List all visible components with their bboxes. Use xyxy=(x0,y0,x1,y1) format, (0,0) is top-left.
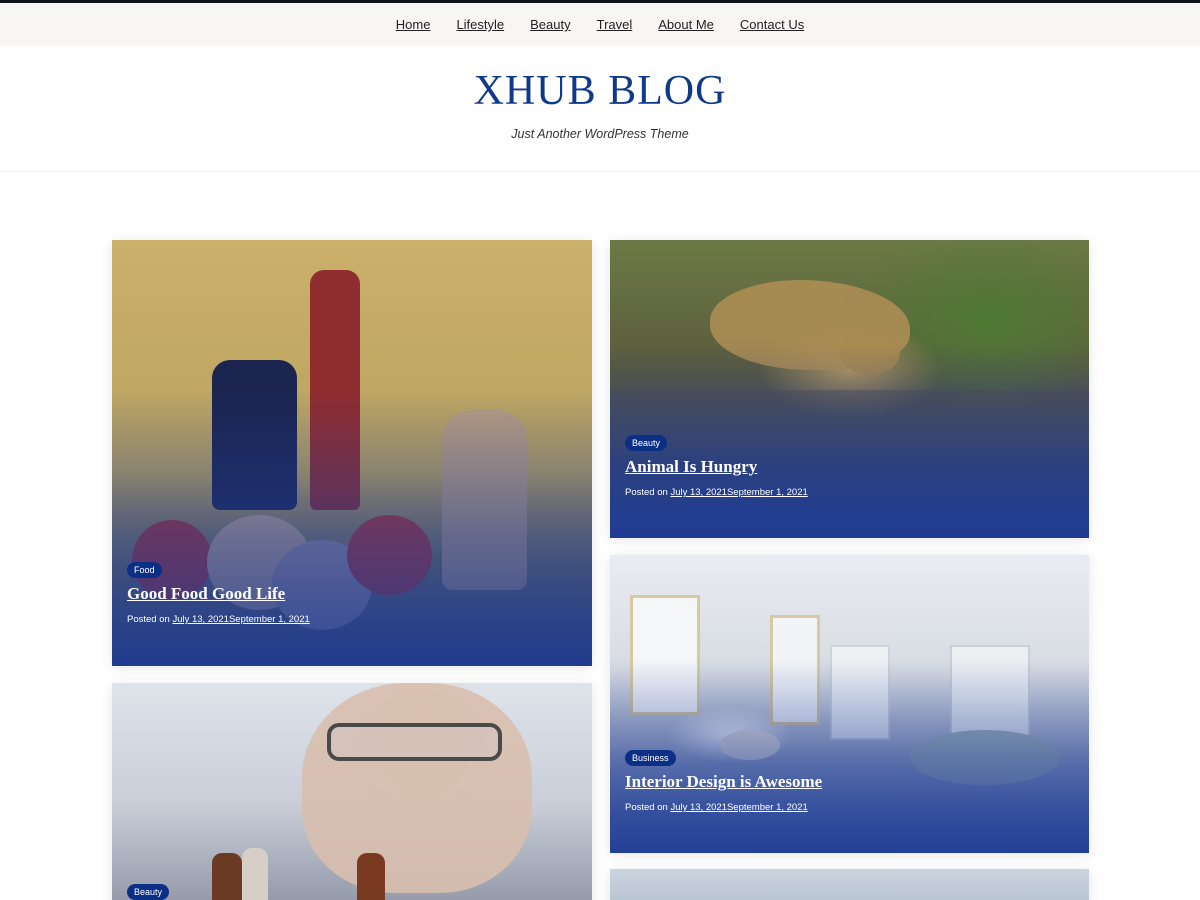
site-title[interactable]: XHUB BLOG xyxy=(0,68,1200,114)
post-date-link[interactable]: July 13, 2021September 1, 2021 xyxy=(670,487,807,498)
category-badge[interactable]: Food xyxy=(127,562,162,578)
nav-item-contact-us[interactable]: Contact Us xyxy=(740,17,804,32)
category-badge[interactable]: Beauty xyxy=(127,884,170,900)
post-card-chess[interactable]: Beauty xyxy=(112,683,592,900)
updated-date: September 1, 2021 xyxy=(228,614,310,625)
post-meta: Beauty Animal Is Hungry Posted on July 1… xyxy=(625,433,808,498)
nav-item-travel[interactable]: Travel xyxy=(597,17,633,32)
primary-navigation: Home Lifestyle Beauty Travel About Me Co… xyxy=(0,3,1200,46)
published-date: July 13, 2021 xyxy=(670,487,727,498)
post-card-animal-is-hungry[interactable]: Beauty Animal Is Hungry Posted on July 1… xyxy=(610,240,1089,538)
site-branding: XHUB BLOG Just Another WordPress Theme xyxy=(0,46,1200,172)
posted-on-label: Posted on xyxy=(625,487,668,498)
post-date-line: Posted on July 13, 2021September 1, 2021 xyxy=(625,487,808,498)
post-card-interior-design[interactable]: Business Interior Design is Awesome Post… xyxy=(610,555,1089,853)
updated-date: September 1, 2021 xyxy=(726,802,808,813)
post-title-link[interactable]: Animal Is Hungry xyxy=(625,457,808,477)
post-meta: Beauty xyxy=(127,882,170,900)
sky-image xyxy=(610,869,1089,900)
nav-item-lifestyle[interactable]: Lifestyle xyxy=(456,17,504,32)
chess-player-image xyxy=(112,683,592,900)
post-card-good-food[interactable]: Food Good Food Good Life Posted on July … xyxy=(112,240,592,666)
nav-item-about-me[interactable]: About Me xyxy=(658,17,714,32)
nav-item-beauty[interactable]: Beauty xyxy=(530,17,570,32)
post-date-line: Posted on July 13, 2021September 1, 2021 xyxy=(127,614,310,625)
category-badge[interactable]: Business xyxy=(625,750,676,766)
post-title-link[interactable]: Interior Design is Awesome xyxy=(625,772,822,792)
post-meta: Food Good Food Good Life Posted on July … xyxy=(127,560,310,625)
post-date-link[interactable]: July 13, 2021September 1, 2021 xyxy=(670,802,807,813)
published-date: July 13, 2021 xyxy=(172,614,229,625)
post-meta: Business Interior Design is Awesome Post… xyxy=(625,748,822,813)
published-date: July 13, 2021 xyxy=(670,802,727,813)
post-title-link[interactable]: Good Food Good Life xyxy=(127,584,310,604)
nav-item-home[interactable]: Home xyxy=(396,17,431,32)
posted-on-label: Posted on xyxy=(625,802,668,813)
post-card-sky[interactable] xyxy=(610,869,1089,900)
post-date-line: Posted on July 13, 2021September 1, 2021 xyxy=(625,802,822,813)
updated-date: September 1, 2021 xyxy=(726,487,808,498)
site-tagline: Just Another WordPress Theme xyxy=(511,127,689,141)
posted-on-label: Posted on xyxy=(127,614,170,625)
category-badge[interactable]: Beauty xyxy=(625,435,668,451)
post-date-link[interactable]: July 13, 2021September 1, 2021 xyxy=(172,614,309,625)
